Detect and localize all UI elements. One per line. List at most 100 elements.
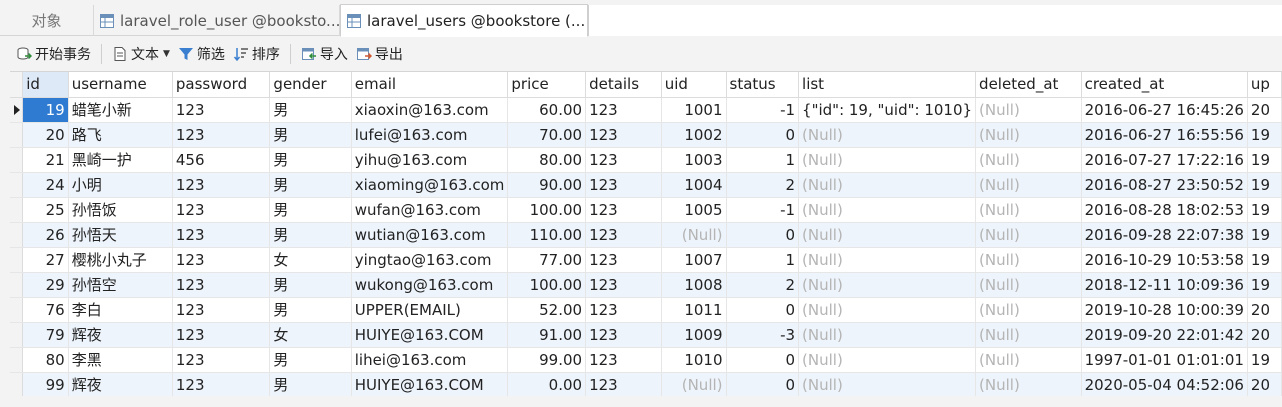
- cell-uid[interactable]: 1004: [661, 172, 727, 198]
- cell-list[interactable]: (Null): [798, 347, 977, 373]
- cell-up[interactable]: 19: [1247, 247, 1282, 273]
- cell-username[interactable]: 辉夜: [68, 372, 173, 396]
- cell-uid[interactable]: 1010: [661, 347, 727, 373]
- cell-status[interactable]: 0: [726, 347, 800, 373]
- cell-price[interactable]: 110.00: [507, 222, 587, 248]
- row-indicator[interactable]: [10, 122, 24, 148]
- cell-status[interactable]: 0: [726, 372, 800, 396]
- cell-password[interactable]: 456: [172, 147, 271, 173]
- table-row[interactable]: 79 辉夜 123 女 HUIYE@163.COM 91.00 123 1009 -3 (Null…: [10, 322, 1282, 348]
- cell-uid[interactable]: 1008: [661, 272, 727, 298]
- export-button[interactable]: 导出: [352, 41, 407, 67]
- cell-details[interactable]: 123: [585, 222, 662, 248]
- column-header-updated-at[interactable]: up: [1247, 72, 1282, 98]
- cell-status[interactable]: 0: [726, 222, 800, 248]
- cell-id[interactable]: 99: [22, 372, 69, 396]
- cell-uid[interactable]: 1001: [661, 97, 727, 123]
- cell-email[interactable]: lufei@163.com: [351, 122, 509, 148]
- cell-up[interactable]: 19: [1247, 222, 1282, 248]
- cell-up[interactable]: 20: [1247, 97, 1282, 123]
- cell-deleted-at[interactable]: (Null): [975, 97, 1082, 123]
- cell-uid[interactable]: 1009: [661, 322, 727, 348]
- column-header-email[interactable]: email: [351, 72, 509, 98]
- cell-status[interactable]: -1: [726, 197, 800, 223]
- cell-details[interactable]: 123: [585, 297, 662, 323]
- cell-uid[interactable]: 1007: [661, 247, 727, 273]
- cell-created-at[interactable]: 2020-05-04 04:52:06: [1081, 372, 1248, 396]
- cell-id[interactable]: 76: [22, 297, 69, 323]
- cell-up[interactable]: 20: [1247, 322, 1282, 348]
- column-header-price[interactable]: price: [507, 72, 587, 98]
- cell-password[interactable]: 123: [172, 172, 271, 198]
- cell-up[interactable]: 19: [1247, 147, 1282, 173]
- cell-username[interactable]: 黑崎一护: [68, 147, 173, 173]
- cell-id[interactable]: 79: [22, 322, 69, 348]
- column-header-username[interactable]: username: [68, 72, 173, 98]
- cell-email[interactable]: yingtao@163.com: [351, 247, 509, 273]
- cell-username[interactable]: 樱桃小丸子: [68, 247, 173, 273]
- table-row[interactable]: 19 蜡笔小新 123 男 xiaoxin@163.com 60.00 123 1001 -1{…: [10, 97, 1282, 123]
- column-header-deleted-at[interactable]: deleted_at: [975, 72, 1082, 98]
- cell-created-at[interactable]: 2019-09-20 22:01:42: [1081, 322, 1248, 348]
- row-indicator[interactable]: [10, 97, 24, 123]
- cell-email[interactable]: HUIYE@163.COM: [351, 372, 509, 396]
- cell-price[interactable]: 99.00: [507, 347, 587, 373]
- column-header-list[interactable]: list: [798, 72, 977, 98]
- cell-created-at[interactable]: 2016-07-27 17:22:16: [1081, 147, 1248, 173]
- cell-uid[interactable]: 1003: [661, 147, 727, 173]
- cell-deleted-at[interactable]: (Null): [975, 122, 1082, 148]
- cell-id[interactable]: 27: [22, 247, 69, 273]
- row-indicator[interactable]: [10, 347, 24, 373]
- cell-details[interactable]: 123: [585, 147, 662, 173]
- cell-status[interactable]: -1: [726, 97, 800, 123]
- cell-list[interactable]: (Null): [798, 222, 977, 248]
- cell-id[interactable]: 29: [22, 272, 69, 298]
- cell-gender[interactable]: 男: [269, 222, 352, 248]
- cell-list[interactable]: (Null): [798, 172, 977, 198]
- cell-password[interactable]: 123: [172, 222, 271, 248]
- cell-price[interactable]: 52.00: [507, 297, 587, 323]
- cell-deleted-at[interactable]: (Null): [975, 172, 1082, 198]
- cell-deleted-at[interactable]: (Null): [975, 272, 1082, 298]
- cell-id[interactable]: 24: [22, 172, 69, 198]
- cell-password[interactable]: 123: [172, 247, 271, 273]
- cell-created-at[interactable]: 2016-09-28 22:07:38: [1081, 222, 1248, 248]
- cell-username[interactable]: 孙悟空: [68, 272, 173, 298]
- cell-list[interactable]: (Null): [798, 197, 977, 223]
- cell-up[interactable]: 19: [1247, 197, 1282, 223]
- cell-list[interactable]: (Null): [798, 247, 977, 273]
- row-indicator[interactable]: [10, 372, 24, 396]
- row-indicator[interactable]: [10, 247, 24, 273]
- cell-username[interactable]: 孙悟饭: [68, 197, 173, 223]
- table-row[interactable]: 27 樱桃小丸子 123 女 yingtao@163.com 77.00 123 1007 1(…: [10, 247, 1282, 273]
- cell-deleted-at[interactable]: (Null): [975, 147, 1082, 173]
- cell-status[interactable]: 0: [726, 122, 800, 148]
- cell-status[interactable]: 1: [726, 147, 800, 173]
- cell-status[interactable]: 1: [726, 247, 800, 273]
- cell-up[interactable]: 19: [1247, 347, 1282, 373]
- cell-created-at[interactable]: 2016-08-28 18:02:53: [1081, 197, 1248, 223]
- cell-details[interactable]: 123: [585, 272, 662, 298]
- table-row[interactable]: 76 李白 123 男 UPPER(EMAIL) 52.00 123 1011 0 (Null)(…: [10, 297, 1282, 323]
- cell-email[interactable]: xiaoxin@163.com: [351, 97, 509, 123]
- tab-laravel-users[interactable]: laravel_users @bookstore (...: [340, 4, 588, 37]
- cell-deleted-at[interactable]: (Null): [975, 222, 1082, 248]
- cell-password[interactable]: 123: [172, 197, 271, 223]
- cell-username[interactable]: 路飞: [68, 122, 173, 148]
- cell-created-at[interactable]: 2016-06-27 16:45:26: [1081, 97, 1248, 123]
- cell-username[interactable]: 李白: [68, 297, 173, 323]
- cell-gender[interactable]: 男: [269, 197, 352, 223]
- cell-list[interactable]: (Null): [798, 122, 977, 148]
- cell-details[interactable]: 123: [585, 172, 662, 198]
- cell-uid[interactable]: 1011: [661, 297, 727, 323]
- cell-gender[interactable]: 男: [269, 372, 352, 396]
- cell-gender[interactable]: 男: [269, 147, 352, 173]
- row-indicator[interactable]: [10, 197, 24, 223]
- cell-uid[interactable]: (Null): [661, 372, 727, 396]
- cell-details[interactable]: 123: [585, 247, 662, 273]
- cell-up[interactable]: 19: [1247, 272, 1282, 298]
- table-row[interactable]: 20 路飞 123 男 lufei@163.com 70.00 123 1002 0 (Null)…: [10, 122, 1282, 148]
- cell-password[interactable]: 123: [172, 272, 271, 298]
- row-indicator[interactable]: [10, 172, 24, 198]
- cell-created-at[interactable]: 2016-06-27 16:55:56: [1081, 122, 1248, 148]
